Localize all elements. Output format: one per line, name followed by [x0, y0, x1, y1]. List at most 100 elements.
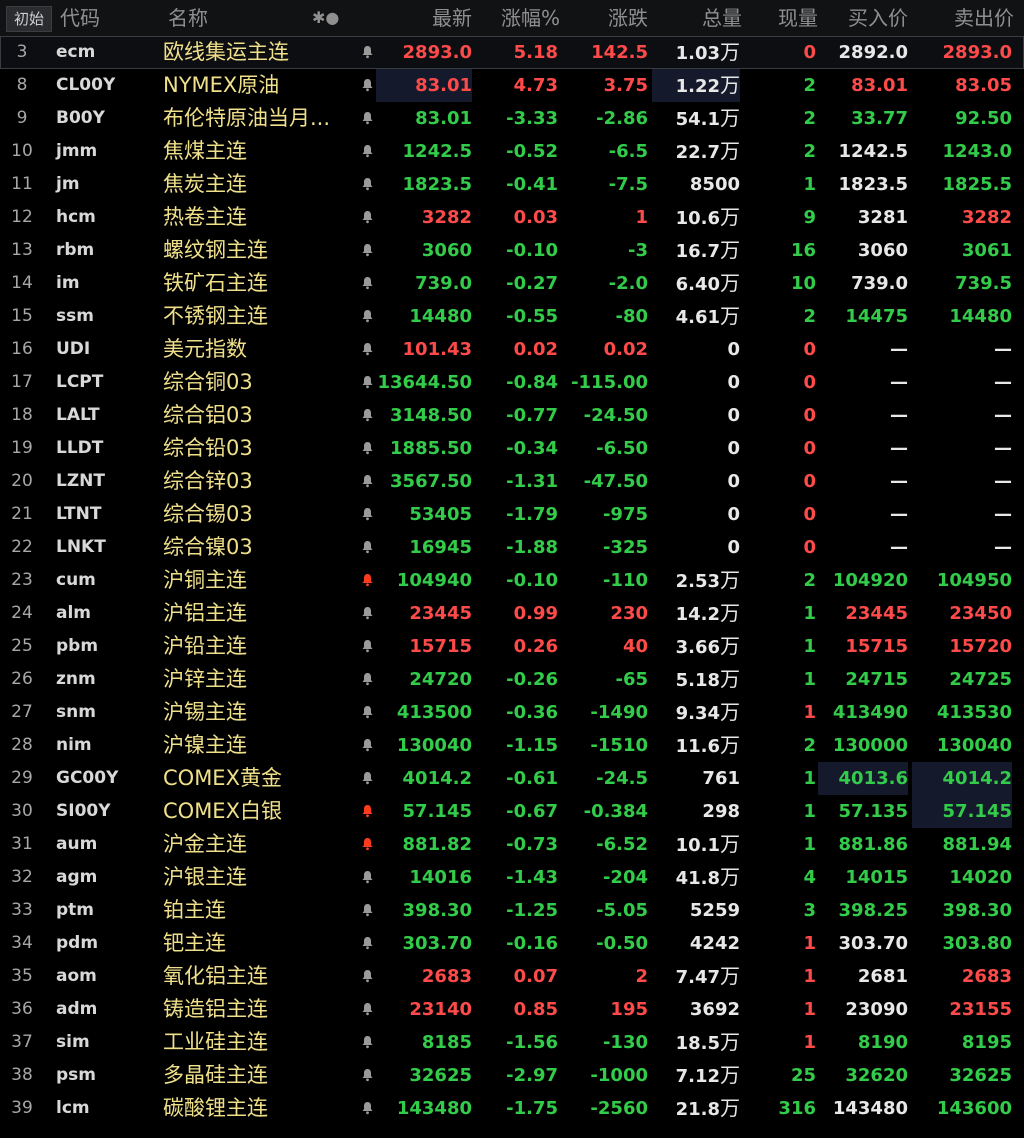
- symbol-code[interactable]: znm: [56, 663, 156, 696]
- table-row[interactable]: 35 aom 氧化铝主连 2683 0.07 2 7.47万 1 2681 2683: [0, 960, 1024, 993]
- col-header-chg[interactable]: 涨跌: [590, 0, 648, 36]
- symbol-code[interactable]: UDI: [56, 333, 156, 366]
- bell-icon[interactable]: [358, 36, 376, 69]
- symbol-name[interactable]: 综合锡03: [163, 498, 355, 531]
- symbol-code[interactable]: jm: [56, 168, 156, 201]
- symbol-name[interactable]: COMEX黄金: [163, 762, 355, 795]
- bell-icon[interactable]: [358, 234, 376, 267]
- table-row[interactable]: 19 LLDT 综合铅03 1885.50 -0.34 -6.50 0 0 — —: [0, 432, 1024, 465]
- bell-icon[interactable]: [358, 531, 376, 564]
- table-row[interactable]: 29 GC00Y COMEX黄金 4014.2 -0.61 -24.5 761 1 4013.6…: [0, 762, 1024, 795]
- symbol-name[interactable]: 综合铜03: [163, 366, 355, 399]
- bell-icon[interactable]: [358, 696, 376, 729]
- bell-icon[interactable]: [358, 828, 376, 861]
- col-header-last[interactable]: 最新: [408, 0, 472, 36]
- col-header-vol[interactable]: 总量: [680, 0, 742, 36]
- symbol-code[interactable]: GC00Y: [56, 762, 156, 795]
- symbol-code[interactable]: aum: [56, 828, 156, 861]
- table-row[interactable]: 21 LTNT 综合锡03 53405 -1.79 -975 0 0 — —: [0, 498, 1024, 531]
- bell-icon[interactable]: [358, 267, 376, 300]
- table-row[interactable]: 39 lcm 碳酸锂主连 143480 -1.75 -2560 21.8万 316 143480…: [0, 1092, 1024, 1125]
- symbol-code[interactable]: B00Y: [56, 102, 156, 135]
- table-row[interactable]: 15 ssm 不锈钢主连 14480 -0.55 -80 4.61万 2 14475 14480: [0, 300, 1024, 333]
- col-header-ask[interactable]: 卖出价: [940, 0, 1014, 36]
- bell-icon[interactable]: [358, 1092, 376, 1125]
- table-row[interactable]: 28 nim 沪镍主连 130040 -1.15 -1510 11.6万 2 130000 130…: [0, 729, 1024, 762]
- bell-icon[interactable]: [358, 102, 376, 135]
- bell-icon[interactable]: [358, 1059, 376, 1092]
- table-row[interactable]: 18 LALT 综合铝03 3148.50 -0.77 -24.50 0 0 — —: [0, 399, 1024, 432]
- symbol-name[interactable]: 沪锡主连: [163, 696, 355, 729]
- symbol-code[interactable]: ptm: [56, 894, 156, 927]
- table-row[interactable]: 8 CL00Y NYMEX原油 83.01 4.73 3.75 1.22万 2 83.01 83.…: [0, 69, 1024, 102]
- table-row[interactable]: 25 pbm 沪铅主连 15715 0.26 40 3.66万 1 15715 15720: [0, 630, 1024, 663]
- table-row[interactable]: 30 SI00Y COMEX白银 57.145 -0.67 -0.384 298 1 57.13…: [0, 795, 1024, 828]
- bell-icon[interactable]: [358, 465, 376, 498]
- table-row[interactable]: 9 B00Y 布伦特原油当月... 83.01 -3.33 -2.86 54.1万 2 33.7…: [0, 102, 1024, 135]
- table-row[interactable]: 13 rbm 螺纹钢主连 3060 -0.10 -3 16.7万 16 3060 3061: [0, 234, 1024, 267]
- table-row[interactable]: 38 psm 多晶硅主连 32625 -2.97 -1000 7.12万 25 32620 326…: [0, 1059, 1024, 1092]
- symbol-code[interactable]: cum: [56, 564, 156, 597]
- table-row[interactable]: 14 im 铁矿石主连 739.0 -0.27 -2.0 6.40万 10 739.0 739.5: [0, 267, 1024, 300]
- symbol-code[interactable]: pdm: [56, 927, 156, 960]
- symbol-name[interactable]: 沪镍主连: [163, 729, 355, 762]
- symbol-code[interactable]: rbm: [56, 234, 156, 267]
- table-row[interactable]: 12 hcm 热卷主连 3282 0.03 1 10.6万 9 3281 3282: [0, 201, 1024, 234]
- symbol-name[interactable]: 焦煤主连: [163, 135, 355, 168]
- symbol-name[interactable]: 沪锌主连: [163, 663, 355, 696]
- symbol-code[interactable]: SI00Y: [56, 795, 156, 828]
- symbol-code[interactable]: psm: [56, 1059, 156, 1092]
- bell-icon[interactable]: [358, 69, 376, 102]
- bell-icon[interactable]: [358, 135, 376, 168]
- symbol-name[interactable]: 焦炭主连: [163, 168, 355, 201]
- symbol-code[interactable]: snm: [56, 696, 156, 729]
- bell-icon[interactable]: [358, 366, 376, 399]
- symbol-code[interactable]: jmm: [56, 135, 156, 168]
- symbol-name[interactable]: NYMEX原油: [163, 69, 355, 102]
- symbol-code[interactable]: LZNT: [56, 465, 156, 498]
- col-header-pct[interactable]: 涨幅%: [490, 0, 560, 36]
- table-row[interactable]: 33 ptm 铂主连 398.30 -1.25 -5.05 5259 3 398.25 398.3…: [0, 894, 1024, 927]
- symbol-code[interactable]: alm: [56, 597, 156, 630]
- symbol-name[interactable]: 碳酸锂主连: [163, 1092, 355, 1125]
- symbol-code[interactable]: LCPT: [56, 366, 156, 399]
- table-row[interactable]: 3 ecm 欧线集运主连 2893.0 5.18 142.5 1.03万 0 2892.0 289…: [0, 36, 1024, 69]
- symbol-code[interactable]: CL00Y: [56, 69, 156, 102]
- bell-icon[interactable]: [358, 1026, 376, 1059]
- bell-icon[interactable]: [358, 861, 376, 894]
- col-header-cur[interactable]: 现量: [760, 0, 818, 36]
- symbol-name[interactable]: 不锈钢主连: [163, 300, 355, 333]
- bell-icon[interactable]: [358, 498, 376, 531]
- symbol-code[interactable]: nim: [56, 729, 156, 762]
- symbol-code[interactable]: LTNT: [56, 498, 156, 531]
- bell-icon[interactable]: [358, 927, 376, 960]
- table-row[interactable]: 27 snm 沪锡主连 413500 -0.36 -1490 9.34万 1 413490 413…: [0, 696, 1024, 729]
- toggle-icon[interactable]: ✱●: [312, 0, 339, 36]
- symbol-code[interactable]: ssm: [56, 300, 156, 333]
- symbol-code[interactable]: LNKT: [56, 531, 156, 564]
- symbol-name[interactable]: 沪铜主连: [163, 564, 355, 597]
- symbol-code[interactable]: aom: [56, 960, 156, 993]
- bell-icon[interactable]: [358, 564, 376, 597]
- symbol-name[interactable]: 钯主连: [163, 927, 355, 960]
- symbol-name[interactable]: 沪铝主连: [163, 597, 355, 630]
- symbol-name[interactable]: 美元指数: [163, 333, 355, 366]
- col-header-bid[interactable]: 买入价: [836, 0, 908, 36]
- table-row[interactable]: 11 jm 焦炭主连 1823.5 -0.41 -7.5 8500 1 1823.5 1825.5: [0, 168, 1024, 201]
- symbol-code[interactable]: ecm: [56, 36, 156, 69]
- table-row[interactable]: 23 cum 沪铜主连 104940 -0.10 -110 2.53万 2 104920 1049…: [0, 564, 1024, 597]
- bell-icon[interactable]: [358, 729, 376, 762]
- symbol-code[interactable]: sim: [56, 1026, 156, 1059]
- table-row[interactable]: 36 adm 铸造铝主连 23140 0.85 195 3692 1 23090 23155: [0, 993, 1024, 1026]
- bell-icon[interactable]: [358, 201, 376, 234]
- table-row[interactable]: 16 UDI 美元指数 101.43 0.02 0.02 0 0 — —: [0, 333, 1024, 366]
- bell-icon[interactable]: [358, 762, 376, 795]
- symbol-code[interactable]: im: [56, 267, 156, 300]
- symbol-code[interactable]: hcm: [56, 201, 156, 234]
- table-row[interactable]: 22 LNKT 综合镍03 16945 -1.88 -325 0 0 — —: [0, 531, 1024, 564]
- symbol-name[interactable]: 综合铝03: [163, 399, 355, 432]
- symbol-name[interactable]: 欧线集运主连: [163, 36, 355, 69]
- table-row[interactable]: 17 LCPT 综合铜03 13644.50 -0.84 -115.00 0 0 — —: [0, 366, 1024, 399]
- symbol-code[interactable]: lcm: [56, 1092, 156, 1125]
- bell-icon[interactable]: [358, 597, 376, 630]
